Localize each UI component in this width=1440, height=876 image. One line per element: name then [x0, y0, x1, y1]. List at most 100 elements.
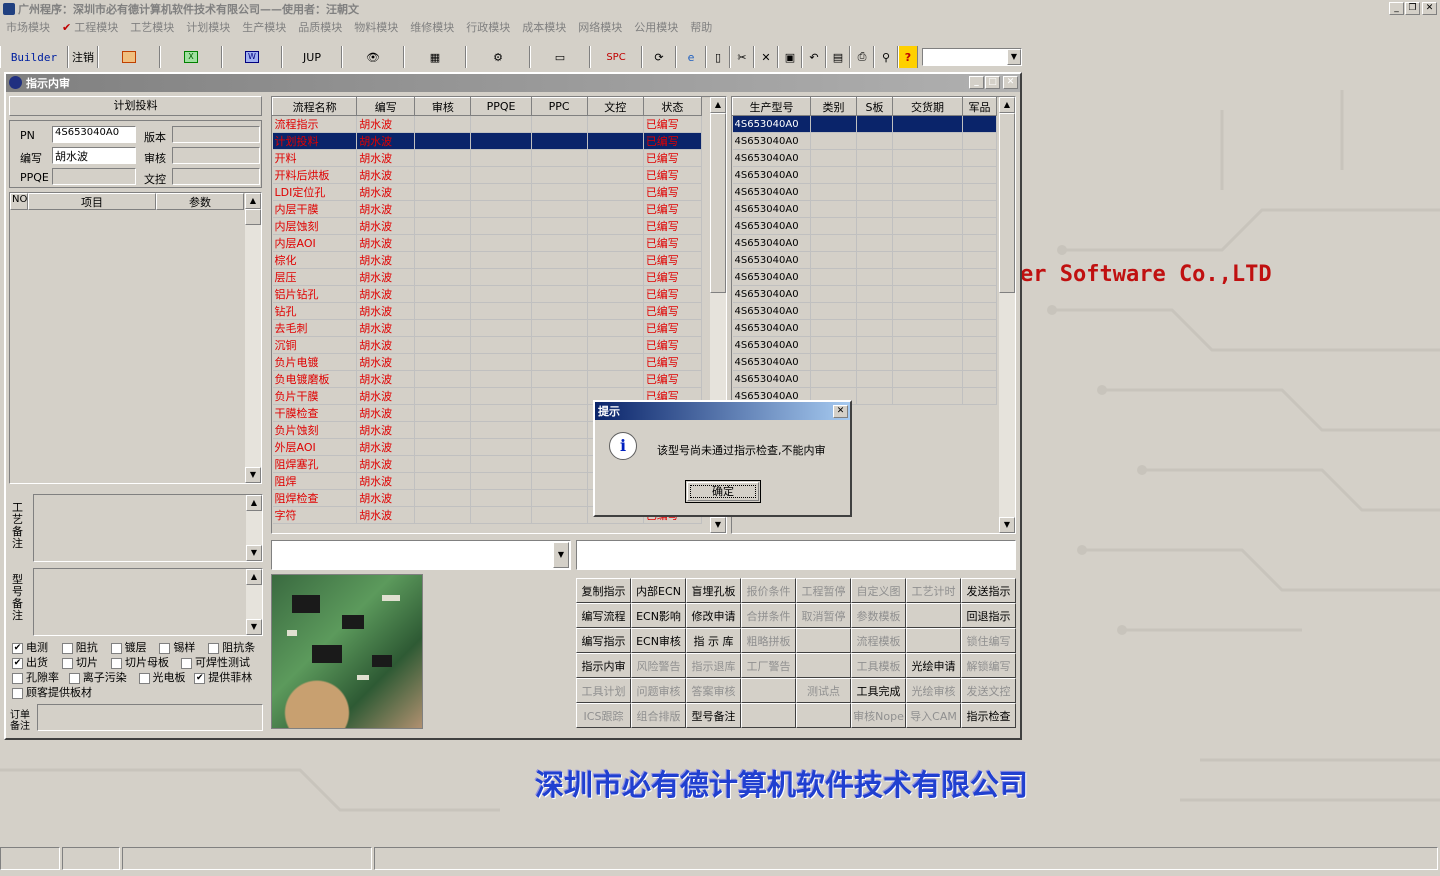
model-empty-cell[interactable]: [892, 302, 963, 320]
flow-writer-cell[interactable]: 胡水波: [356, 370, 416, 388]
flow-empty-cell[interactable]: [414, 319, 472, 337]
action-button[interactable]: [796, 653, 851, 678]
table-row[interactable]: 钻孔 胡水波 已编写: [272, 302, 703, 320]
option-checkbox[interactable]: 阻抗条: [208, 640, 264, 655]
flow-status-cell[interactable]: 已编写: [643, 336, 703, 354]
model-empty-cell[interactable]: [810, 370, 857, 388]
flow-status-cell[interactable]: 已编写: [643, 353, 703, 371]
model-code-cell[interactable]: 4S653040A0: [732, 183, 811, 201]
flow-empty-cell[interactable]: [470, 319, 532, 337]
flow-empty-cell[interactable]: [587, 353, 644, 371]
model-header-cell[interactable]: 类别: [810, 97, 857, 116]
action-button[interactable]: 修改申请: [686, 603, 741, 628]
flow-status-cell[interactable]: 已编写: [643, 166, 703, 184]
flow-header-cell[interactable]: PPC: [530, 97, 588, 116]
flow-name-cell[interactable]: 阻焊: [272, 472, 358, 490]
flow-writer-cell[interactable]: 胡水波: [356, 149, 416, 167]
model-empty-cell[interactable]: [962, 302, 997, 320]
model-empty-cell[interactable]: [856, 336, 893, 354]
flow-empty-cell[interactable]: [470, 404, 532, 422]
action-button[interactable]: 盲埋孔板: [686, 578, 741, 603]
flow-empty-cell[interactable]: [531, 472, 588, 490]
model-empty-cell[interactable]: [856, 234, 893, 252]
flow-name-cell[interactable]: 负片蚀刻: [272, 421, 358, 439]
action-button[interactable]: 合拼条件: [741, 603, 796, 628]
model-code-cell[interactable]: 4S653040A0: [732, 217, 811, 235]
action-button[interactable]: 型号备注: [686, 703, 741, 728]
help-icon[interactable]: ?: [898, 46, 918, 68]
menu-market[interactable]: 市场模块: [0, 19, 56, 35]
action-button[interactable]: 粗略拼板: [741, 628, 796, 653]
model-code-cell[interactable]: 4S653040A0: [732, 285, 811, 303]
model-empty-cell[interactable]: [810, 251, 857, 269]
table-row[interactable]: 负片电镀 胡水波 已编写: [272, 353, 703, 371]
flow-empty-cell[interactable]: [414, 149, 472, 167]
model-code-cell[interactable]: 4S653040A0: [732, 302, 811, 320]
flow-empty-cell[interactable]: [470, 183, 532, 201]
action-button[interactable]: 锁住编写: [961, 628, 1016, 653]
model-empty-cell[interactable]: [892, 268, 963, 286]
unchecked-box-icon[interactable]: [138, 672, 150, 684]
action-button[interactable]: 工程暂停: [796, 578, 851, 603]
action-button[interactable]: 风险警告: [631, 653, 686, 678]
flow-empty-cell[interactable]: [414, 285, 472, 303]
scroll-thumb[interactable]: [999, 113, 1015, 293]
flow-empty-cell[interactable]: [414, 506, 472, 524]
model-empty-cell[interactable]: [856, 268, 893, 286]
model-empty-cell[interactable]: [856, 166, 893, 184]
flow-status-cell[interactable]: 已编写: [643, 285, 703, 303]
flow-name-cell[interactable]: 负片干膜: [272, 387, 358, 405]
table-row[interactable]: 内层蚀刻 胡水波 已编写: [272, 217, 703, 235]
window-maximize-button[interactable]: □: [985, 76, 1000, 89]
scroll-down-icon[interactable]: ▼: [710, 517, 726, 533]
model-empty-cell[interactable]: [856, 149, 893, 167]
excel-icon[interactable]: X: [160, 46, 222, 68]
model-empty-cell[interactable]: [962, 353, 997, 371]
model-code-cell[interactable]: 4S653040A0: [732, 234, 811, 252]
print-icon[interactable]: ⎙: [850, 46, 874, 68]
option-checkbox[interactable]: 孔隙率: [12, 670, 69, 685]
flow-empty-cell[interactable]: [531, 149, 588, 167]
menu-public[interactable]: 公用模块: [628, 19, 684, 35]
model-empty-cell[interactable]: [856, 370, 893, 388]
action-button[interactable]: 测试点: [796, 678, 851, 703]
table-row[interactable]: 计划投料 胡水波 已编写: [272, 132, 703, 150]
flow-empty-cell[interactable]: [414, 489, 472, 507]
doc-control-field[interactable]: [172, 168, 260, 185]
flow-writer-cell[interactable]: 胡水波: [356, 472, 416, 490]
flow-empty-cell[interactable]: [531, 370, 588, 388]
flow-empty-cell[interactable]: [531, 217, 588, 235]
flow-empty-cell[interactable]: [587, 132, 644, 150]
model-empty-cell[interactable]: [892, 353, 963, 371]
flow-empty-cell[interactable]: [470, 353, 532, 371]
option-checkbox[interactable]: 离子污染: [68, 670, 139, 685]
model-empty-cell[interactable]: [810, 217, 857, 235]
unchecked-box-icon[interactable]: [12, 687, 23, 699]
writer-field[interactable]: 胡水波: [52, 147, 136, 164]
delete-icon[interactable]: ✕: [754, 46, 778, 68]
menu-admin[interactable]: 行政模块: [460, 19, 516, 35]
flow-empty-cell[interactable]: [470, 455, 532, 473]
flow-empty-cell[interactable]: [531, 387, 588, 405]
table-row[interactable]: 4S653040A0: [732, 370, 997, 388]
flow-empty-cell[interactable]: [470, 489, 532, 507]
scroll-up-icon[interactable]: ▲: [246, 569, 262, 585]
model-empty-cell[interactable]: [962, 370, 997, 388]
model-empty-cell[interactable]: [810, 200, 857, 218]
flow-writer-cell[interactable]: 胡水波: [356, 285, 416, 303]
flow-empty-cell[interactable]: [414, 438, 472, 456]
flow-empty-cell[interactable]: [470, 217, 532, 235]
flow-empty-cell[interactable]: [414, 336, 472, 354]
model-empty-cell[interactable]: [856, 251, 893, 269]
flow-empty-cell[interactable]: [587, 183, 644, 201]
flow-empty-cell[interactable]: [470, 115, 532, 133]
option-checkbox[interactable]: ✔ 提供菲林: [194, 670, 264, 685]
flow-empty-cell[interactable]: [587, 149, 644, 167]
model-empty-cell[interactable]: [810, 166, 857, 184]
model-empty-cell[interactable]: [856, 183, 893, 201]
flow-name-cell[interactable]: 开料后烘板: [272, 166, 358, 184]
gears-icon[interactable]: ⚙: [466, 46, 530, 68]
flow-empty-cell[interactable]: [531, 115, 588, 133]
option-checkbox[interactable]: 光电板: [138, 670, 195, 685]
model-empty-cell[interactable]: [892, 132, 963, 150]
